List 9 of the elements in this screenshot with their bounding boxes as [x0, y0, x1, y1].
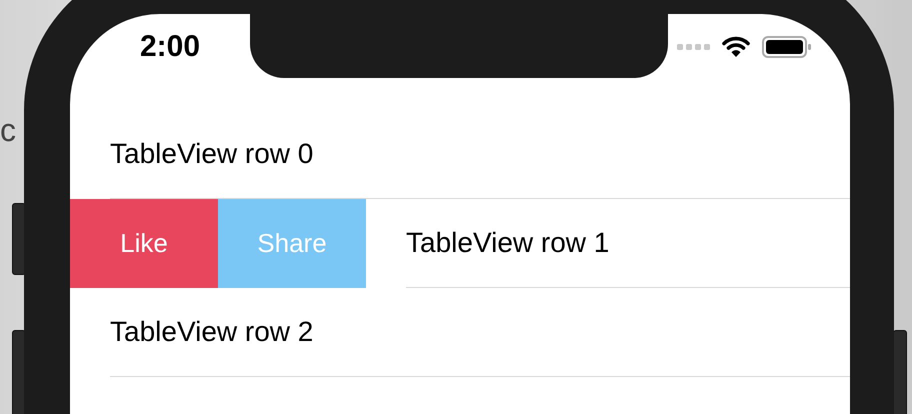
wifi-icon [722, 36, 750, 58]
background-text: c [0, 112, 17, 149]
row-label: TableView row 2 [110, 316, 314, 348]
signal-icon [677, 44, 710, 50]
status-time: 2:00 [140, 30, 200, 64]
swipe-action-button[interactable]: Like [70, 199, 218, 288]
battery-icon [762, 36, 812, 58]
row-label: TableView row 1 [406, 227, 610, 259]
row-label: TableView row 0 [110, 138, 314, 170]
